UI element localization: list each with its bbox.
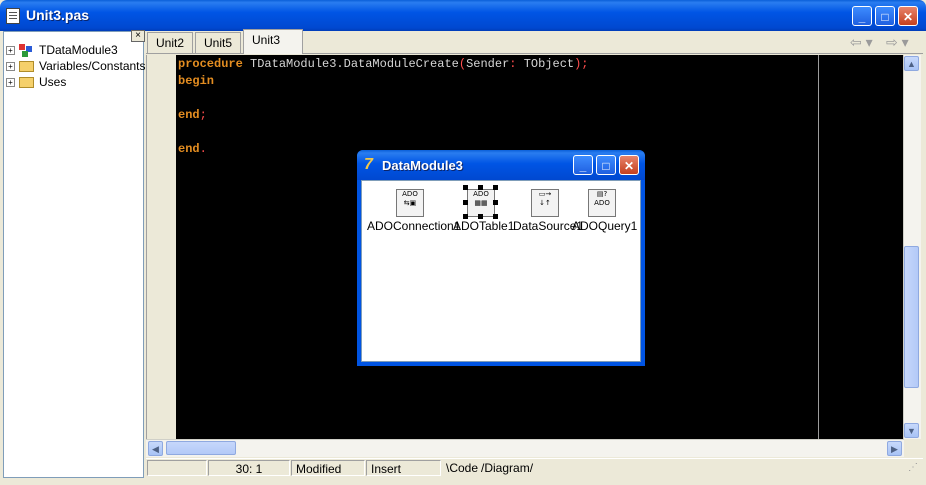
ado-connection-icon[interactable]: ADO ⇆▣	[396, 189, 424, 217]
status-modified: Modified	[291, 460, 365, 476]
scroll-down-button[interactable]: ▼	[904, 423, 919, 438]
folder-icon	[19, 77, 34, 89]
tab-code-label: Code	[449, 461, 479, 475]
tab-unit3[interactable]: Unit3	[243, 29, 304, 54]
window-title: Unit3.pas	[26, 7, 90, 23]
tab-unit5[interactable]: Unit5	[195, 32, 242, 53]
tab-diagram-label: Diagram	[484, 461, 530, 475]
right-margin-line	[818, 55, 819, 439]
delphi-icon: 7	[364, 156, 373, 173]
status-panel-empty	[147, 460, 207, 476]
code-identifier: Sender	[466, 57, 510, 71]
code-line: end.	[178, 142, 207, 156]
component-label: ADOQuery1	[572, 219, 638, 233]
expand-icon[interactable]: +	[6, 62, 15, 72]
tree-item-label: Uses	[39, 75, 67, 89]
tab-diagram[interactable]: /Diagram/	[481, 460, 533, 476]
vertical-scroll-thumb[interactable]	[904, 246, 919, 388]
status-cursor-position: 30: 1	[208, 460, 290, 476]
code-punct: ;	[199, 108, 207, 122]
datamodule-icon	[19, 44, 34, 58]
component-label: ADOConnection1	[367, 219, 461, 233]
component-label: ADOTable1	[453, 219, 515, 233]
document-icon	[6, 8, 20, 24]
code-keyword: begin	[178, 74, 215, 88]
datamodule-maximize-button[interactable]: □	[596, 155, 616, 175]
tree-item-datamodule[interactable]: + TDataModule3	[6, 43, 118, 59]
selection-handle[interactable]	[493, 200, 498, 205]
tree-item-uses[interactable]: + Uses	[6, 75, 66, 91]
horizontal-scroll-thumb[interactable]	[166, 441, 236, 455]
tree-item-label: TDataModule3	[39, 43, 118, 57]
code-line: end;	[178, 108, 207, 122]
scroll-up-button[interactable]: ▲	[904, 56, 919, 71]
ado-table-icon[interactable]: ADO ▦▦	[467, 189, 495, 217]
tree-item-label: Variables/Constants	[39, 59, 146, 73]
code-keyword: end	[178, 108, 200, 122]
editor-gutter	[146, 55, 177, 439]
selection-handle[interactable]	[478, 185, 483, 190]
datasource-icon[interactable]: ▭→ ↓↑	[531, 189, 559, 217]
code-keyword: procedure	[178, 57, 243, 71]
back-arrow-icon[interactable]: ⇦ ▾	[850, 34, 873, 51]
code-punct: (	[458, 57, 467, 71]
expand-icon[interactable]: +	[6, 78, 15, 88]
code-punct: );	[574, 57, 589, 71]
datamodule-minimize-button[interactable]: _	[573, 155, 593, 175]
resize-grip-icon[interactable]: ⋰	[908, 462, 918, 473]
datamodule-title: DataModule3	[382, 158, 463, 173]
close-button[interactable]: ✕	[898, 6, 918, 26]
folder-icon	[19, 61, 34, 73]
code-keyword: end	[178, 142, 200, 156]
close-pane-icon[interactable]: ×	[131, 30, 145, 42]
datamodule-close-button[interactable]: ✕	[619, 155, 639, 175]
maximize-button[interactable]: □	[875, 6, 895, 26]
tab-code[interactable]: \Code	[446, 460, 478, 476]
horizontal-scrollbar[interactable]	[146, 439, 904, 457]
selection-handle[interactable]	[463, 200, 468, 205]
selection-handle[interactable]	[463, 185, 468, 190]
minimize-button[interactable]: _	[852, 6, 872, 26]
ado-query-icon[interactable]: ▤? ADO	[588, 189, 616, 217]
code-line: begin	[178, 74, 214, 88]
scroll-left-button[interactable]: ◀	[148, 441, 163, 456]
scroll-right-button[interactable]: ▶	[887, 441, 902, 456]
tab-unit2[interactable]: Unit2	[147, 32, 194, 53]
expand-icon[interactable]: +	[6, 46, 15, 56]
code-line: procedure TDataModule3.DataModuleCreate(…	[178, 57, 589, 71]
code-identifier: TObject	[523, 57, 575, 71]
code-punct: .	[199, 142, 207, 156]
forward-arrow-icon[interactable]: ⇨ ▾	[886, 34, 909, 51]
tree-item-variables[interactable]: + Variables/Constants	[6, 59, 146, 75]
code-explorer-tree[interactable]	[3, 31, 144, 478]
title-bar[interactable]	[0, 0, 926, 31]
status-insert-mode: Insert	[366, 460, 441, 476]
selection-handle[interactable]	[493, 185, 498, 190]
code-identifier: TDataModule3.DataModuleCreate	[250, 57, 459, 71]
code-punct: :	[509, 57, 517, 71]
